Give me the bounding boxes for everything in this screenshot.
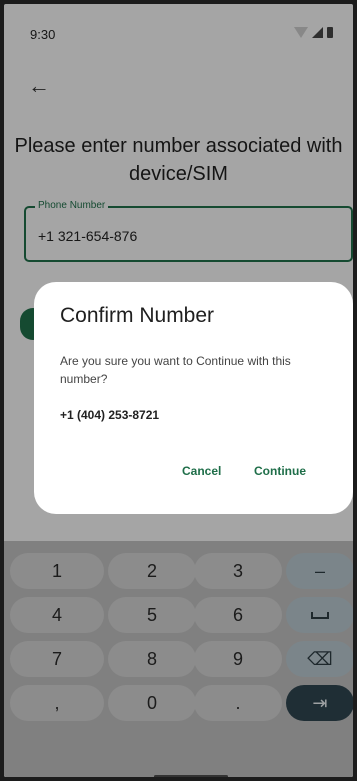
gesture-nav-handle[interactable] [154, 775, 228, 777]
dialog-message: Are you sure you want to Continue with t… [60, 354, 291, 386]
dialog-title: Confirm Number [60, 304, 215, 327]
continue-button[interactable]: Continue [250, 460, 310, 482]
cancel-button[interactable]: Cancel [178, 460, 225, 482]
dialog-phone-number: +1 (404) 253-8721 [60, 408, 160, 422]
confirm-number-dialog: Confirm Number Are you sure you want to … [34, 282, 353, 514]
phone-screen: 9:30 ← Please enter number associated wi… [4, 4, 353, 777]
